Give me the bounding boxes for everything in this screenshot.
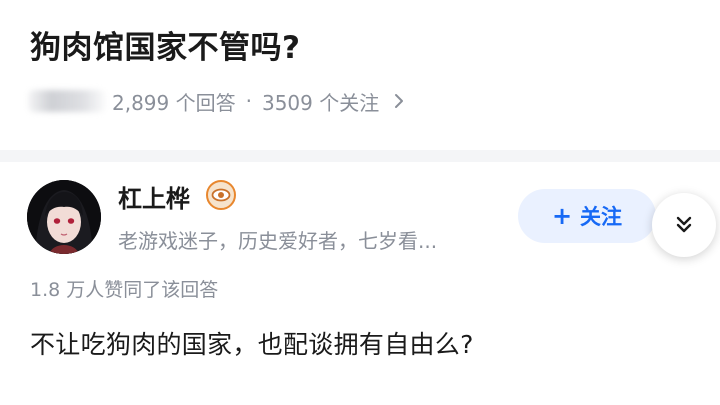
author-name[interactable]: 杠上桦 [118, 179, 190, 214]
blurred-topic-tag [28, 90, 106, 112]
eye-badge-icon[interactable] [206, 180, 236, 210]
follow-label: 关注 [580, 205, 623, 229]
answers-count: 2,899 个回答 [112, 90, 236, 115]
chevron-right-icon [391, 91, 407, 111]
double-chevron-down-icon [676, 216, 692, 233]
section-divider [0, 150, 720, 162]
question-header: 狗肉馆国家不管吗? 2,899 个回答 · 3509 个关注 [0, 0, 720, 150]
answer-content[interactable]: 不让吃狗肉的国家，也配谈拥有自由么? [30, 325, 474, 361]
avatar[interactable] [27, 180, 101, 254]
question-title[interactable]: 狗肉馆国家不管吗? [30, 22, 300, 67]
followers-count: 3509 个关注 [261, 90, 380, 115]
plus-icon: + [551, 202, 573, 230]
follow-button[interactable]: + 关注 [518, 189, 656, 243]
upvote-text: 1.8 万人赞同了该回答 [30, 279, 219, 301]
question-meta[interactable]: 2,899 个回答 · 3509 个关注 [28, 84, 407, 118]
answer-card: 杠上桦 老游戏迷子，历史爱好者，七岁看... + 关注 1.8 万人赞同了该回答… [0, 162, 720, 405]
expand-button[interactable] [652, 193, 716, 257]
author-bio: 老游戏迷子，历史爱好者，七岁看... [118, 229, 438, 253]
meta-separator: · [245, 89, 252, 113]
